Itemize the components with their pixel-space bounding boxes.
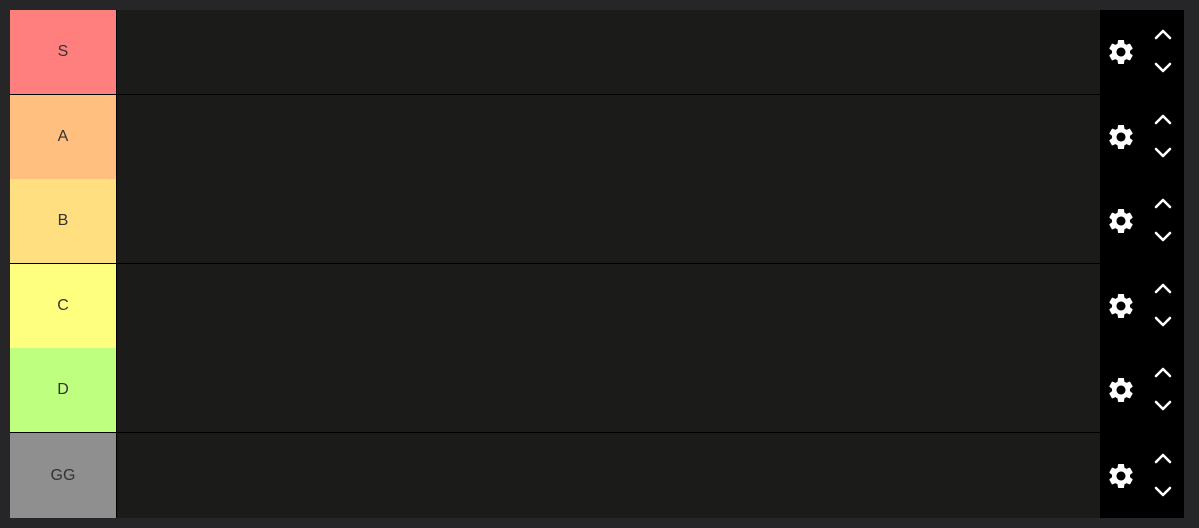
- tier-items-dropzone[interactable]: [116, 10, 1100, 94]
- chevron-up-icon[interactable]: [1153, 365, 1173, 379]
- chevron-down-icon[interactable]: [1153, 485, 1173, 499]
- tier-row: D: [10, 348, 1184, 432]
- tier-controls: [1100, 348, 1184, 432]
- tier-controls: [1100, 264, 1184, 348]
- tier-controls: [1100, 179, 1184, 263]
- tier-list: S A B C D GG: [10, 10, 1184, 518]
- chevron-up-icon[interactable]: [1153, 112, 1173, 126]
- gear-icon[interactable]: [1106, 122, 1136, 152]
- gear-icon[interactable]: [1106, 461, 1136, 491]
- tier-items-dropzone[interactable]: [116, 348, 1100, 432]
- tier-label[interactable]: A: [10, 95, 116, 179]
- tier-row: B: [10, 179, 1184, 263]
- tier-items-dropzone[interactable]: [116, 95, 1100, 179]
- chevron-up-icon[interactable]: [1153, 27, 1173, 41]
- tier-label[interactable]: GG: [10, 433, 116, 518]
- tier-items-dropzone[interactable]: [116, 179, 1100, 263]
- chevron-up-icon[interactable]: [1153, 281, 1173, 295]
- gear-icon[interactable]: [1106, 206, 1136, 236]
- tier-label[interactable]: S: [10, 10, 116, 94]
- tier-label[interactable]: C: [10, 264, 116, 348]
- tier-controls: [1100, 10, 1184, 94]
- tier-items-dropzone[interactable]: [116, 433, 1100, 518]
- chevron-down-icon[interactable]: [1153, 315, 1173, 329]
- tier-controls: [1100, 95, 1184, 179]
- chevron-down-icon[interactable]: [1153, 146, 1173, 160]
- chevron-down-icon[interactable]: [1153, 230, 1173, 244]
- chevron-up-icon[interactable]: [1153, 451, 1173, 465]
- gear-icon[interactable]: [1106, 375, 1136, 405]
- gear-icon[interactable]: [1106, 291, 1136, 321]
- tier-row: A: [10, 95, 1184, 179]
- tier-label[interactable]: D: [10, 348, 116, 432]
- gear-icon[interactable]: [1106, 37, 1136, 67]
- tier-label[interactable]: B: [10, 179, 116, 263]
- tier-row: GG: [10, 433, 1184, 518]
- chevron-up-icon[interactable]: [1153, 196, 1173, 210]
- tier-row: C: [10, 264, 1184, 348]
- tier-items-dropzone[interactable]: [116, 264, 1100, 348]
- chevron-down-icon[interactable]: [1153, 61, 1173, 75]
- tier-controls: [1100, 433, 1184, 518]
- tier-row: S: [10, 10, 1184, 94]
- chevron-down-icon[interactable]: [1153, 399, 1173, 413]
